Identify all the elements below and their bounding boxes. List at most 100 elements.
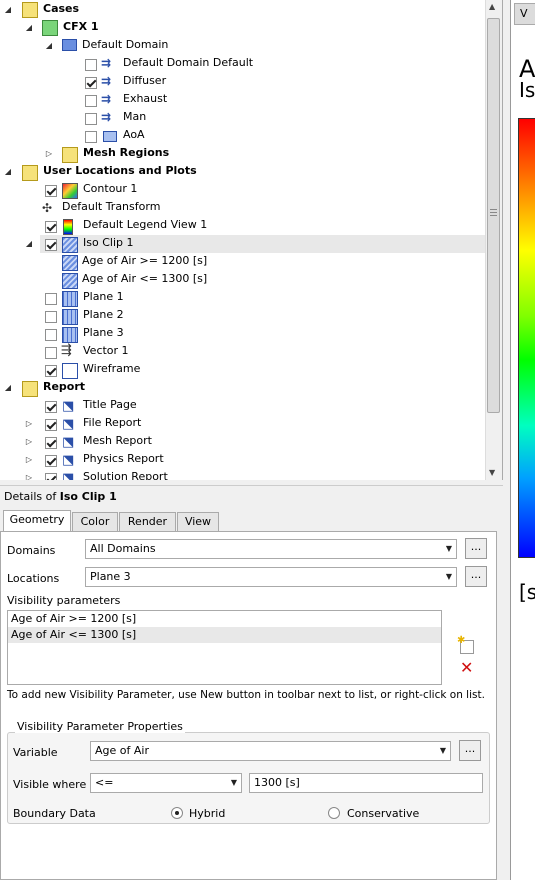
variable-label: Variable <box>13 746 58 759</box>
tree-item-cases[interactable]: Cases <box>43 2 79 15</box>
tree-item-physics-report[interactable]: Physics Report <box>83 452 164 465</box>
domains-select[interactable]: All Domains ▼ <box>85 539 457 559</box>
tab-geometry[interactable]: Geometry <box>3 510 71 532</box>
tree-item-age-le-1300[interactable]: Age of Air <= 1300 [s] <box>82 272 207 285</box>
variable-browse-button[interactable]: ... <box>459 740 481 761</box>
checkbox[interactable] <box>45 239 57 251</box>
tree-item-plane1[interactable]: Plane 1 <box>83 290 124 303</box>
checkbox[interactable] <box>45 401 57 413</box>
checkbox[interactable] <box>45 437 57 449</box>
checkbox[interactable] <box>45 185 57 197</box>
plane-icon <box>62 327 78 343</box>
tree-item-contour1[interactable]: Contour 1 <box>83 182 137 195</box>
collapse-arrow-icon[interactable]: ◢ <box>3 379 13 397</box>
group-title: Visibility Parameter Properties <box>15 720 185 733</box>
list-item[interactable]: Age of Air <= 1300 [s] <box>8 627 441 643</box>
case-icon <box>42 20 58 36</box>
legend-subtitle: Is <box>519 78 535 102</box>
chevron-down-icon: ▼ <box>445 572 452 581</box>
conservative-label: Conservative <box>347 807 420 820</box>
viewer-tab[interactable]: V <box>514 3 535 25</box>
legend-icon <box>63 219 73 235</box>
tree-item-default-domain-default[interactable]: Default Domain Default <box>123 56 253 69</box>
contour-icon <box>62 183 78 199</box>
locations-select[interactable]: Plane 3 ▼ <box>85 567 457 587</box>
chevron-down-icon: ▼ <box>439 746 446 755</box>
expand-arrow-icon[interactable]: ▷ <box>44 145 54 163</box>
collapse-arrow-icon[interactable]: ◢ <box>24 19 34 37</box>
visibility-list[interactable]: Age of Air >= 1200 [s] Age of Air <= 130… <box>7 610 442 685</box>
checkbox[interactable] <box>85 77 97 89</box>
tree-item-wireframe[interactable]: Wireframe <box>83 362 140 375</box>
chevron-down-icon: ▼ <box>230 778 237 787</box>
conservative-radio[interactable] <box>328 807 340 819</box>
checkbox[interactable] <box>45 311 57 323</box>
tree-item-user-locations[interactable]: User Locations and Plots <box>43 164 197 177</box>
checkbox[interactable] <box>85 131 97 143</box>
collapse-arrow-icon[interactable]: ◢ <box>44 37 54 55</box>
tree-item-default-domain[interactable]: Default Domain <box>82 38 168 51</box>
checkbox[interactable] <box>85 95 97 107</box>
checkbox[interactable] <box>45 419 57 431</box>
collapse-arrow-icon[interactable]: ◢ <box>3 163 13 181</box>
expand-arrow-icon[interactable]: ▷ <box>24 415 34 433</box>
list-item[interactable]: Age of Air >= 1200 [s] <box>8 611 441 627</box>
tree-item-default-transform[interactable]: Default Transform <box>62 200 160 213</box>
new-parameter-icon[interactable]: ✱ <box>457 635 474 654</box>
tree-item-age-ge-1200[interactable]: Age of Air >= 1200 [s] <box>82 254 207 267</box>
boundary-icon: ⇉ <box>101 74 112 88</box>
scroll-down-icon[interactable]: ▼ <box>489 468 495 477</box>
tab-color[interactable]: Color <box>72 512 118 531</box>
report-page-icon: ⬔ <box>62 453 75 468</box>
tree-item-plane2[interactable]: Plane 2 <box>83 308 124 321</box>
visible-where-value-input[interactable]: 1300 [s] <box>249 773 483 793</box>
checkbox[interactable] <box>45 329 57 341</box>
tree-item-diffuser[interactable]: Diffuser <box>123 74 166 87</box>
checkbox[interactable] <box>85 59 97 71</box>
boundary-icon: ⇉ <box>101 110 112 124</box>
visible-where-label: Visible where <box>13 778 87 791</box>
expand-arrow-icon[interactable]: ▷ <box>24 451 34 469</box>
expand-arrow-icon[interactable]: ▷ <box>24 469 34 480</box>
locations-label: Locations <box>7 572 60 585</box>
tree-item-man[interactable]: Man <box>123 110 146 123</box>
tree-item-exhaust[interactable]: Exhaust <box>123 92 167 105</box>
collapse-arrow-icon[interactable]: ◢ <box>24 235 34 253</box>
tab-view[interactable]: View <box>177 512 219 531</box>
domains-browse-button[interactable]: ... <box>465 538 487 559</box>
scrollbar-thumb[interactable] <box>487 18 500 413</box>
tree-item-title-page[interactable]: Title Page <box>83 398 137 411</box>
tree-item-plane3[interactable]: Plane 3 <box>83 326 124 339</box>
domain-icon <box>62 39 77 51</box>
checkbox[interactable] <box>45 221 57 233</box>
tree-item-default-legend[interactable]: Default Legend View 1 <box>83 218 207 231</box>
hint-text: To add new Visibility Parameter, use New… <box>7 689 485 701</box>
checkbox[interactable] <box>45 347 57 359</box>
tree-item-file-report[interactable]: File Report <box>83 416 141 429</box>
operator-select[interactable]: <= ▼ <box>90 773 242 793</box>
tree-item-mesh-regions[interactable]: Mesh Regions <box>83 146 169 159</box>
tree-item-mesh-report[interactable]: Mesh Report <box>83 434 152 447</box>
variable-select[interactable]: Age of Air ▼ <box>90 741 451 761</box>
hybrid-radio[interactable] <box>171 807 183 819</box>
expand-arrow-icon[interactable]: ▷ <box>24 433 34 451</box>
checkbox[interactable] <box>45 455 57 467</box>
collapse-arrow-icon[interactable]: ◢ <box>3 1 13 19</box>
scroll-up-icon[interactable]: ▲ <box>489 2 495 11</box>
tree-item-cfx1[interactable]: CFX 1 <box>63 20 99 33</box>
tree-item-report[interactable]: Report <box>43 380 85 393</box>
visibility-parameters-label: Visibility parameters <box>7 594 121 607</box>
checkbox[interactable] <box>45 293 57 305</box>
hybrid-label: Hybrid <box>189 807 226 820</box>
tab-render[interactable]: Render <box>119 512 176 531</box>
delete-icon[interactable]: ✕ <box>460 658 473 677</box>
locations-browse-button[interactable]: ... <box>465 566 487 587</box>
transform-icon: ✣ <box>42 201 53 215</box>
checkbox[interactable] <box>45 473 57 480</box>
tree-item-vector1[interactable]: Vector 1 <box>83 344 129 357</box>
checkbox[interactable] <box>45 365 57 377</box>
tree-item-aoa[interactable]: AoA <box>123 128 145 141</box>
checkbox[interactable] <box>85 113 97 125</box>
tree-item-solution-report[interactable]: Solution Report <box>83 470 168 480</box>
tree-item-iso-clip1[interactable]: Iso Clip 1 <box>83 236 133 249</box>
